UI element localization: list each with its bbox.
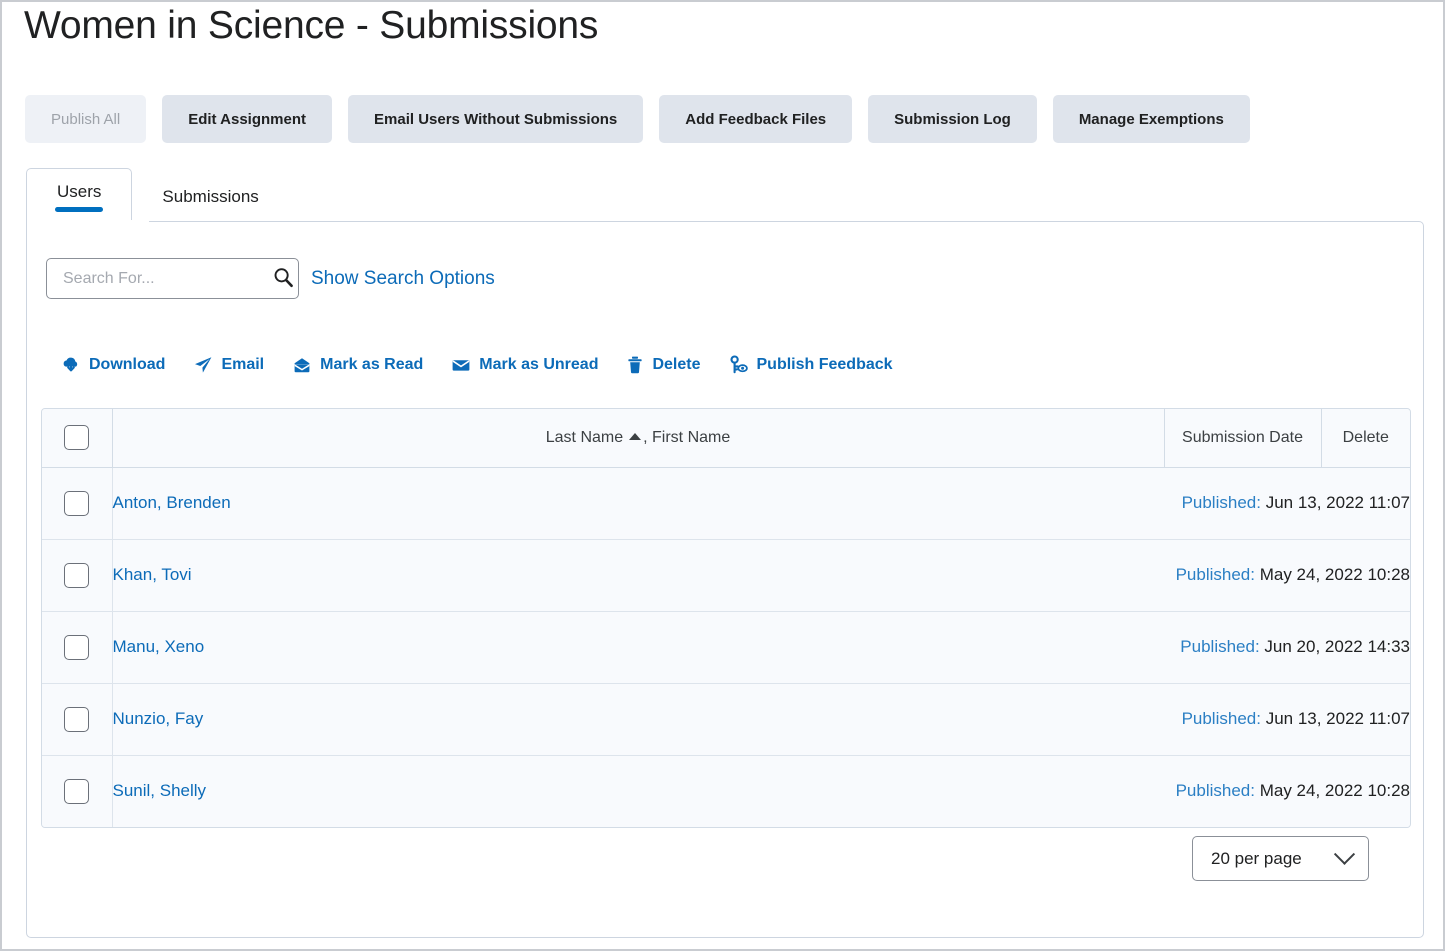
user-name-cell: Sunil, Shelly (112, 755, 1164, 827)
table-row: Manu, Xeno Published: Jun 20, 2022 14:33 (42, 611, 1410, 683)
search-icon (273, 267, 294, 291)
toolbar-button-edit-assignment[interactable]: Edit Assignment (162, 95, 332, 143)
action-label: Download (89, 356, 165, 374)
row-checkbox[interactable] (64, 491, 89, 516)
trash-icon (626, 355, 644, 375)
publish-status-link[interactable]: Published: (1180, 637, 1259, 656)
row-select-cell (42, 467, 112, 539)
bulk-action-bar: Download Email Mark as Read Mark as Unread D… (61, 355, 893, 375)
search-button[interactable] (272, 262, 294, 296)
submission-date-value: Jun 13, 2022 11:07 (1266, 493, 1410, 512)
action-label: Email (221, 356, 264, 374)
per-page-label: 20 per page (1211, 849, 1302, 869)
user-name-link[interactable]: Khan, Tovi (113, 565, 192, 584)
search-input[interactable] (61, 258, 272, 299)
user-name-link[interactable]: Manu, Xeno (113, 637, 205, 656)
page-title: Women in Science - Submissions (24, 4, 598, 48)
per-page-selector[interactable]: 20 per page (1192, 836, 1369, 881)
cloud-download-icon (61, 355, 81, 375)
tab-users[interactable]: Users (26, 168, 132, 223)
row-checkbox[interactable] (64, 635, 89, 660)
action-mark-as-unread[interactable]: Mark as Unread (451, 355, 598, 375)
toolbar-button-add-feedback-files[interactable]: Add Feedback Files (659, 95, 852, 143)
tab-list: Users Submissions (26, 168, 289, 223)
user-name-cell: Manu, Xeno (112, 611, 1164, 683)
search-box (46, 258, 299, 299)
user-name-link[interactable]: Nunzio, Fay (113, 709, 204, 728)
page-root: Women in Science - Submissions Publish A… (2, 2, 1443, 949)
action-label: Delete (652, 356, 700, 374)
table-row: Nunzio, Fay Published: Jun 13, 2022 11:07 (42, 683, 1410, 755)
toolbar-button-email-users-without-submissions[interactable]: Email Users Without Submissions (348, 95, 643, 143)
action-label: Mark as Read (320, 356, 423, 374)
row-select-cell (42, 683, 112, 755)
submission-date-header[interactable]: Submission Date (1164, 409, 1321, 467)
action-delete[interactable]: Delete (626, 355, 700, 375)
users-table: Last Name , First Name Submission Date De… (41, 408, 1411, 828)
active-tab-indicator (55, 207, 103, 212)
user-name-cell: Nunzio, Fay (112, 683, 1164, 755)
delete-column-header: Delete (1321, 409, 1410, 467)
submission-date-value: May 24, 2022 10:28 (1260, 781, 1410, 800)
chevron-down-icon (1334, 844, 1355, 865)
show-search-options-link[interactable]: Show Search Options (311, 268, 495, 290)
user-name-cell: Anton, Brenden (112, 467, 1164, 539)
submission-date-cell: Published: Jun 20, 2022 14:33 (1164, 611, 1410, 683)
submission-date-value: Jun 20, 2022 14:33 (1264, 637, 1410, 656)
submission-date-cell: Published: May 24, 2022 10:28 (1164, 539, 1410, 611)
row-checkbox[interactable] (64, 707, 89, 732)
name-column-suffix: , First Name (643, 429, 730, 446)
row-select-cell (42, 755, 112, 827)
toolbar-button-publish-all: Publish All (25, 95, 146, 143)
envelope-icon (451, 355, 471, 375)
toolbar-button-manage-exemptions[interactable]: Manage Exemptions (1053, 95, 1250, 143)
submission-date-cell: Published: Jun 13, 2022 11:07 (1164, 683, 1410, 755)
submission-date-cell: Published: May 24, 2022 10:28 (1164, 755, 1410, 827)
table-body: Anton, Brenden Published: Jun 13, 2022 11… (42, 467, 1410, 827)
row-checkbox[interactable] (64, 779, 89, 804)
user-name-link[interactable]: Sunil, Shelly (113, 781, 207, 800)
submission-date-value: May 24, 2022 10:28 (1260, 565, 1410, 584)
action-publish-feedback[interactable]: Publish Feedback (729, 355, 893, 375)
action-label: Publish Feedback (757, 356, 893, 374)
publish-status-link[interactable]: Published: (1176, 781, 1255, 800)
name-sort-label[interactable]: Last Name (546, 429, 623, 446)
paper-plane-icon (193, 355, 213, 375)
submission-date-value: Jun 13, 2022 11:07 (1266, 709, 1410, 728)
table-row: Anton, Brenden Published: Jun 13, 2022 11… (42, 467, 1410, 539)
row-checkbox[interactable] (64, 563, 89, 588)
action-download[interactable]: Download (61, 355, 165, 375)
select-all-checkbox[interactable] (64, 425, 89, 450)
submission-date-cell: Published: Jun 13, 2022 11:07 (1164, 467, 1410, 539)
toolbar-button-submission-log[interactable]: Submission Log (868, 95, 1037, 143)
name-column-header[interactable]: Last Name , First Name (112, 409, 1164, 467)
table-row: Khan, Tovi Published: May 24, 2022 10:28 (42, 539, 1410, 611)
sort-ascending-icon[interactable] (629, 433, 641, 440)
publish-status-link[interactable]: Published: (1176, 565, 1255, 584)
action-mark-as-read[interactable]: Mark as Read (292, 355, 423, 375)
table-row: Sunil, Shelly Published: May 24, 2022 10:… (42, 755, 1410, 827)
user-name-cell: Khan, Tovi (112, 539, 1164, 611)
row-select-cell (42, 611, 112, 683)
action-label: Mark as Unread (479, 356, 598, 374)
tab-seam-cover (27, 220, 149, 223)
action-email[interactable]: Email (193, 355, 264, 375)
tab-label: Submissions (162, 187, 258, 207)
table-header-row: Last Name , First Name Submission Date De… (42, 409, 1410, 467)
select-all-header (42, 409, 112, 467)
users-panel: Show Search Options Download Email Mark as… (26, 221, 1424, 938)
tab-label: Users (57, 182, 101, 202)
user-name-link[interactable]: Anton, Brenden (113, 493, 231, 512)
key-publish-icon (729, 355, 749, 375)
tab-submissions[interactable]: Submissions (132, 170, 288, 223)
action-toolbar: Publish All Edit Assignment Email Users Wi… (25, 95, 1250, 143)
publish-status-link[interactable]: Published: (1182, 709, 1261, 728)
row-select-cell (42, 539, 112, 611)
envelope-open-stack-icon (292, 355, 312, 375)
search-row: Show Search Options (46, 258, 495, 299)
publish-status-link[interactable]: Published: (1182, 493, 1261, 512)
